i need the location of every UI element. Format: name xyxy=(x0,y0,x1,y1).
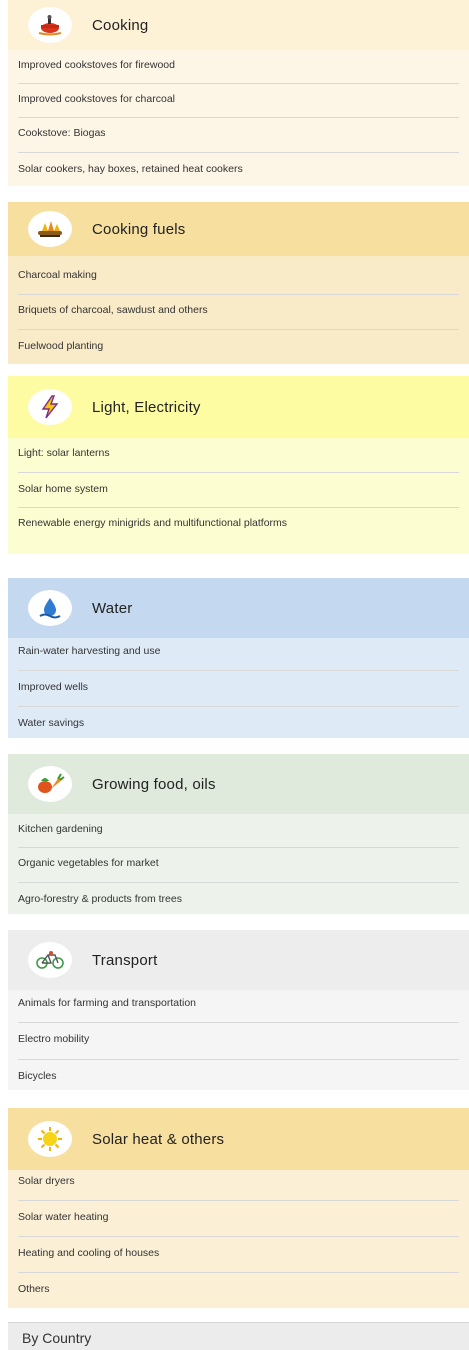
section-title: Cooking xyxy=(92,16,149,34)
section-title: Transport xyxy=(92,951,158,969)
item-divider xyxy=(18,472,459,473)
section-header[interactable]: Transport xyxy=(8,930,469,990)
bicycle-icon xyxy=(28,942,72,978)
item-divider xyxy=(18,706,459,707)
menu-item[interactable]: Fuelwood planting xyxy=(18,340,459,352)
menu-item[interactable]: Solar home system xyxy=(18,483,459,495)
item-divider xyxy=(18,329,459,330)
menu-item[interactable]: Improved wells xyxy=(18,681,459,693)
fuel-wood-icon xyxy=(28,211,72,247)
by-country-label: By Country xyxy=(22,1330,92,1346)
menu-item[interactable]: Briquets of charcoal, sawdust and others xyxy=(18,304,459,316)
item-divider xyxy=(18,1236,459,1237)
section-header[interactable]: Water xyxy=(8,578,469,638)
item-divider xyxy=(18,117,459,118)
menu-item[interactable]: Solar cookers, hay boxes, retained heat … xyxy=(18,163,459,175)
item-divider xyxy=(18,847,459,848)
section-title: Growing food, oils xyxy=(92,775,216,793)
cooking-pot-icon xyxy=(28,7,72,43)
menu-item[interactable]: Solar dryers xyxy=(18,1175,459,1187)
section-solar-heat-others: Solar heat & others Solar dryers Solar wat… xyxy=(8,1108,469,1308)
item-divider xyxy=(18,507,459,508)
menu-item[interactable]: Organic vegetables for market xyxy=(18,857,459,869)
menu-item[interactable]: Animals for farming and transportation xyxy=(18,997,459,1009)
menu-item[interactable]: Improved cookstoves for charcoal xyxy=(18,93,459,105)
item-divider xyxy=(18,1059,459,1060)
section-header[interactable]: Solar heat & others xyxy=(8,1108,469,1170)
menu-item[interactable]: Water savings xyxy=(18,717,459,729)
section-title: Solar heat & others xyxy=(92,1130,225,1148)
sun-icon xyxy=(28,1121,72,1157)
menu-item[interactable]: Kitchen gardening xyxy=(18,823,459,835)
section-header[interactable]: Cooking fuels xyxy=(8,202,469,256)
section-cooking-fuels: Cooking fuels Charcoal making Briquets of … xyxy=(8,202,469,364)
item-divider xyxy=(18,1272,459,1273)
menu-item[interactable]: Heating and cooling of houses xyxy=(18,1247,459,1259)
menu-item[interactable]: Electro mobility xyxy=(18,1033,459,1045)
item-divider xyxy=(18,882,459,883)
item-divider xyxy=(18,83,459,84)
section-header[interactable]: Growing food, oils xyxy=(8,754,469,814)
menu-item[interactable]: Bicycles xyxy=(18,1070,459,1082)
water-drop-icon xyxy=(28,590,72,626)
item-divider xyxy=(18,294,459,295)
menu-item[interactable]: Solar water heating xyxy=(18,1211,459,1223)
menu-item[interactable]: Improved cookstoves for firewood xyxy=(18,59,459,71)
item-divider xyxy=(18,1022,459,1023)
vegetables-icon xyxy=(28,766,72,802)
section-title: Water xyxy=(92,599,133,617)
section-water: Water Rain-water harvesting and use Improv… xyxy=(8,578,469,738)
section-transport: Transport Animals for farming and transpo… xyxy=(8,930,469,1090)
section-title: Cooking fuels xyxy=(92,220,186,238)
menu-item[interactable]: Others xyxy=(18,1283,459,1295)
section-light-electricity: Light, Electricity Light: solar lanterns S… xyxy=(8,376,469,554)
section-header[interactable]: Cooking xyxy=(8,0,469,50)
menu-item[interactable]: Cookstove: Biogas xyxy=(18,127,459,139)
lightning-icon xyxy=(28,389,72,425)
menu-item[interactable]: Rain-water harvesting and use xyxy=(18,645,459,657)
item-divider xyxy=(18,1200,459,1201)
menu-item[interactable]: Light: solar lanterns xyxy=(18,447,459,459)
by-country-bar[interactable]: By Country xyxy=(8,1322,469,1350)
item-divider xyxy=(18,152,459,153)
menu-item[interactable]: Renewable energy minigrids and multifunc… xyxy=(18,517,459,529)
menu-item[interactable]: Agro-forestry & products from trees xyxy=(18,893,459,905)
menu-item[interactable]: Charcoal making xyxy=(18,269,459,281)
section-cooking: Cooking Improved cookstoves for firewood I… xyxy=(8,0,469,186)
section-title: Light, Electricity xyxy=(92,398,201,416)
section-header[interactable]: Light, Electricity xyxy=(8,376,469,438)
item-divider xyxy=(18,670,459,671)
section-growing-food-oils: Growing food, oils Kitchen gardening Organ… xyxy=(8,754,469,914)
